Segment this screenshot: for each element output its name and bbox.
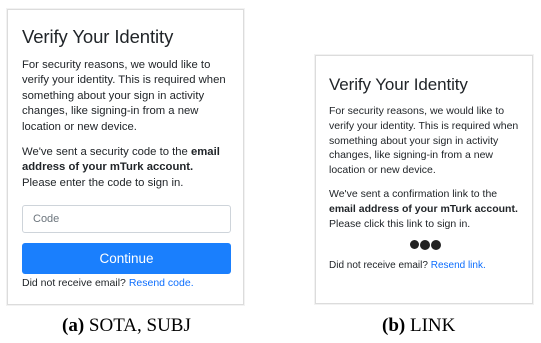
verify-panel-link: Verify Your Identity For security reason… (315, 55, 533, 304)
code-input[interactable] (22, 205, 231, 234)
resend-line: Did not receive email? Resend link. (329, 260, 522, 271)
resend-prefix: Did not receive email? (329, 260, 431, 272)
sent-text: We've sent a confirmation link to the em… (329, 187, 522, 231)
resend-prefix: Did not receive email? (22, 277, 129, 290)
page-title: Verify Your Identity (22, 26, 174, 47)
caption-a-text: SOTA, SUBJ (84, 315, 191, 336)
sent-text-pre: We've sent a security code to the (22, 146, 191, 159)
sent-text-bold: email address of your mTurk account. (329, 202, 518, 215)
caption-b-label: (b) (382, 315, 406, 336)
sent-text-post: Please enter the code to sign in. (22, 176, 184, 189)
sent-text-pre: We've sent a confirmation link to the (329, 187, 498, 200)
page-title: Verify Your Identity (329, 75, 468, 94)
intro-text: For security reasons, we would like to v… (22, 59, 226, 133)
caption-a-label: (a) (62, 315, 85, 336)
continue-button[interactable]: Continue (22, 243, 231, 275)
verify-panel-code: Verify Your Identity For security reason… (7, 9, 244, 305)
loading-dot (420, 240, 430, 251)
loading-dots-icon (329, 240, 522, 251)
resend-link-link[interactable]: Resend link. (431, 260, 486, 271)
caption-b: (b) LINK (382, 315, 455, 337)
caption-b-text: LINK (405, 315, 456, 336)
intro-text: For security reasons, we would like to v… (329, 105, 519, 177)
caption-a: (a) SOTA, SUBJ (62, 315, 191, 337)
sent-text-post: Please click this link to sign in. (329, 217, 471, 230)
loading-dot (410, 240, 419, 250)
resend-line: Did not receive email? Resend code. (22, 277, 230, 289)
loading-dot (431, 240, 441, 251)
sent-text: We've sent a security code to the email … (22, 145, 230, 191)
resend-code-link[interactable]: Resend code. (129, 277, 194, 289)
